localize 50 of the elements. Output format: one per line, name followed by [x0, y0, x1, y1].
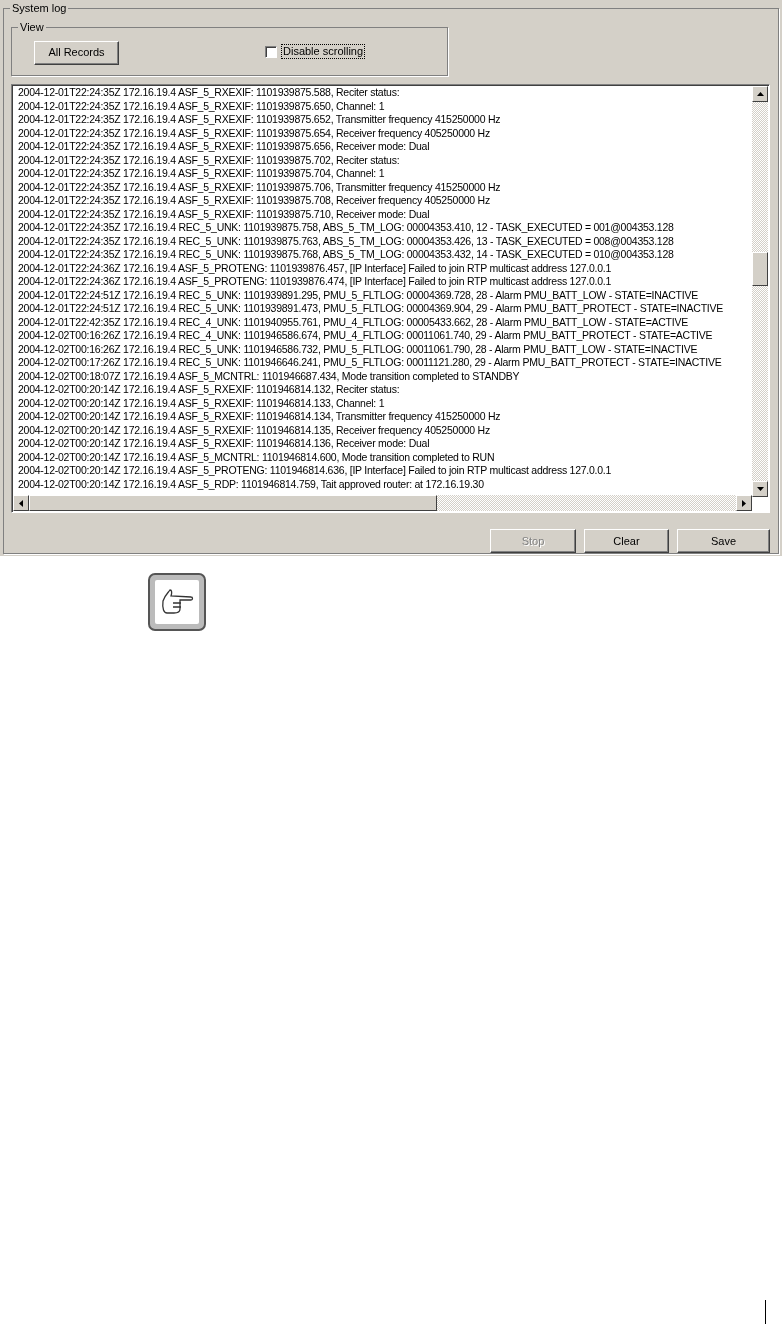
log-line: 2004-12-01T22:24:35Z 172.16.19.4 REC_5_UNK: 1101939875.763, ABS_5_TM_LOG: 00004353.426, 13 - TASK_EXECUTED = 008@004353.128 [18, 234, 675, 248]
log-line: 2004-12-01T22:24:35Z 172.16.19.4 ASF_5_RXEXIF: 1101939875.588, Reciter status: [18, 86, 401, 100]
log-line: 2004-12-02T00:20:14Z 172.16.19.4 ASF_5_PROTENG: 1101946814.636, [IP Interface] Failed to join RTP multicast address 127.0.0.1 [18, 464, 613, 478]
log-line: 2004-12-01T22:24:35Z 172.16.19.4 ASF_5_RXEXIF: 1101939875.654, Receiver frequency 405250000 Hz [18, 126, 491, 140]
log-line: 2004-12-02T00:16:26Z 172.16.19.4 REC_5_UNK: 1101946586.732, PMU_5_FLTLOG: 00011061.790, 28 - Alarm PMU_BATT_LOW - STATE=INACTIVE [18, 342, 699, 356]
log-line: 2004-12-01T22:24:35Z 172.16.19.4 ASF_5_RXEXIF: 1101939875.704, Channel: 1 [18, 167, 386, 181]
log-line: 2004-12-01T22:24:35Z 172.16.19.4 ASF_5_RXEXIF: 1101939875.706, Transmitter frequency 415250000 Hz [18, 180, 502, 194]
log-line: 2004-12-01T22:24:35Z 172.16.19.4 ASF_5_RXEXIF: 1101939875.702, Reciter status: [18, 153, 401, 167]
log-line: 2004-12-02T00:20:14Z 172.16.19.4 ASF_5_RXEXIF: 1101946814.132, Reciter status: [18, 383, 401, 397]
log-line: 2004-12-01T22:24:35Z 172.16.19.4 ASF_5_RXEXIF: 1101939875.708, Receiver frequency 405250000 Hz [18, 194, 491, 208]
log-line: 2004-12-02T00:18:07Z 172.16.19.4 ASF_5_MCNTRL: 1101946687.434, Mode transition completed to STANDBY [18, 369, 521, 383]
log-line: 2004-12-01T22:42:35Z 172.16.19.4 REC_4_UNK: 1101940955.761, PMU_4_FLTLOG: 00005433.662, 28 - Alarm PMU_BATT_LOW - STATE=ACTIVE [18, 315, 689, 329]
left-arrow-icon [19, 499, 23, 507]
log-line: 2004-12-02T00:20:14Z 172.16.19.4 ASF_5_RDP: 1101946814.759, Tait approved router: at 172.16.19.30 [18, 477, 485, 491]
log-line: 2004-12-01T22:24:51Z 172.16.19.4 REC_5_UNK: 1101939891.295, PMU_5_FLTLOG: 00004369.728, 28 - Alarm PMU_BATT_LOW - STATE=INACTIVE [18, 288, 699, 302]
log-line: 2004-12-01T22:24:35Z 172.16.19.4 ASF_5_RXEXIF: 1101939875.656, Receiver mode: Dual [18, 140, 431, 154]
log-line: 2004-12-01T22:24:36Z 172.16.19.4 ASF_5_PROTENG: 1101939876.457, [IP Interface] Failed to join RTP multicast address 127.0.0.1 [18, 261, 613, 275]
log-line: 2004-12-02T00:16:26Z 172.16.19.4 REC_4_UNK: 1101946586.674, PMU_4_FLTLOG: 00011061.740, 29 - Alarm PMU_BATT_PROTECT - STATE=ACTIVE [18, 329, 714, 343]
action-button[interactable]: Save [677, 529, 770, 553]
log-line: 2004-12-01T22:24:35Z 172.16.19.4 ASF_5_RXEXIF: 1101939875.710, Receiver mode: Dual [18, 207, 431, 221]
down-arrow-icon [756, 487, 764, 491]
log-line: 2004-12-01T22:24:35Z 172.16.19.4 ASF_5_RXEXIF: 1101939875.652, Transmitter frequency 415250000 Hz [18, 113, 502, 127]
action-button[interactable]: Clear [584, 529, 669, 553]
log-line: 2004-12-02T00:17:26Z 172.16.19.4 REC_5_UNK: 1101946646.241, PMU_5_FLTLOG: 00011121.280, 29 - Alarm PMU_BATT_PROTECT - STATE=INACTIVE [18, 356, 723, 370]
scroll-left-button[interactable] [13, 495, 29, 511]
checkbox[interactable] [265, 45, 277, 58]
scroll-thumb[interactable] [29, 495, 437, 511]
checkbox-label[interactable]: Disable scrolling [281, 44, 366, 59]
log-line: 2004-12-02T00:20:14Z 172.16.19.4 ASF_5_MCNTRL: 1101946814.600, Mode transition completed to RUN [18, 450, 496, 464]
vertical-scrollbar[interactable] [752, 86, 768, 497]
log-line: 2004-12-01T22:24:36Z 172.16.19.4 ASF_5_PROTENG: 1101939876.474, [IP Interface] Failed to join RTP multicast address 127.0.0.1 [18, 275, 613, 289]
view-title: View [18, 20, 46, 34]
horizontal-scrollbar[interactable] [13, 495, 752, 511]
log-line: 2004-12-02T00:20:14Z 172.16.19.4 ASF_5_RXEXIF: 1101946814.135, Receiver frequency 405250000 Hz [18, 423, 491, 437]
log-line: 2004-12-02T00:20:14Z 172.16.19.4 ASF_5_RXEXIF: 1101946814.134, Transmitter frequency 415250000 Hz [18, 410, 502, 424]
scroll-right-button[interactable] [736, 495, 752, 511]
all-records-button[interactable]: All Records [34, 40, 119, 65]
right-arrow-icon [742, 499, 746, 507]
note-icon [148, 573, 206, 631]
log-line: 2004-12-01T22:24:35Z 172.16.19.4 ASF_5_RXEXIF: 1101939875.650, Channel: 1 [18, 99, 386, 113]
log-line: 2004-12-01T22:24:35Z 172.16.19.4 REC_5_UNK: 1101939875.768, ABS_5_TM_LOG: 00004353.432, 14 - TASK_EXECUTED = 010@004353.128 [18, 248, 675, 262]
scroll-up-button[interactable] [752, 86, 768, 102]
log-line: 2004-12-02T00:20:14Z 172.16.19.4 ASF_5_RXEXIF: 1101946814.136, Receiver mode: Dual [18, 437, 431, 451]
log-line: 2004-12-01T22:24:51Z 172.16.19.4 REC_5_UNK: 1101939891.473, PMU_5_FLTLOG: 00004369.904, 29 - Alarm PMU_BATT_PROTECT - STATE=INACTIVE [18, 302, 724, 316]
log-line: 2004-12-01T22:24:35Z 172.16.19.4 REC_5_UNK: 1101939875.758, ABS_5_TM_LOG: 00004353.410, 12 - TASK_EXECUTED = 001@004353.128 [18, 221, 675, 235]
log-line: 2004-12-02T00:20:14Z 172.16.19.4 ASF_5_RXEXIF: 1101946814.133, Channel: 1 [18, 396, 386, 410]
group-title: System log [10, 1, 69, 15]
scroll-thumb[interactable] [752, 252, 768, 286]
up-arrow-icon [756, 92, 764, 96]
scroll-down-button[interactable] [752, 481, 768, 497]
